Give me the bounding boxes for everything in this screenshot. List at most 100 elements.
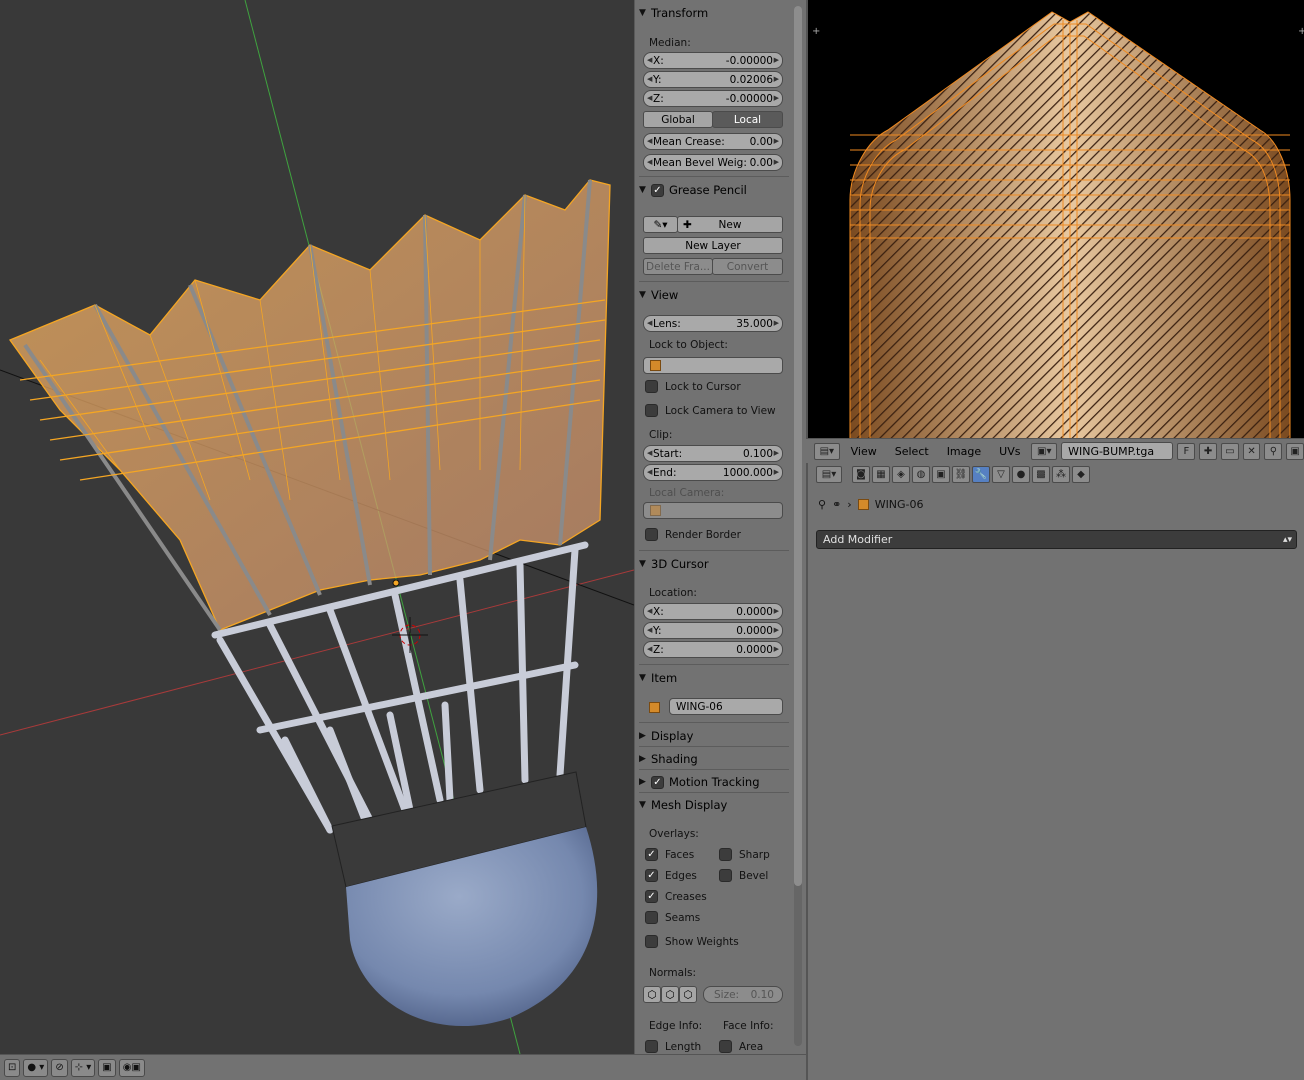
editor-type-icon[interactable]: ▤▾ [814, 442, 840, 460]
image-name-field[interactable]: WING-BUMP.tga [1061, 442, 1174, 460]
lock-object-field[interactable] [643, 357, 783, 374]
pivot-icon[interactable]: ⊡ [4, 1058, 21, 1077]
creases-checkbox[interactable]: ✓ Creases [645, 890, 707, 903]
bevel-label: Mean Bevel Weig: [653, 156, 747, 169]
motion-tracking-panel-header[interactable]: ▶ ✓ Motion Tracking [639, 772, 789, 792]
normal-size-field[interactable]: Size: 0.10 [703, 986, 783, 1003]
cursor-z-field[interactable]: ◀ Z: 0.0000 ▶ [643, 641, 783, 658]
transform-panel-header[interactable]: ▼ Transform [639, 3, 789, 23]
edges-box[interactable]: ✓ [645, 869, 658, 882]
show-weights-checkbox[interactable]: Show Weights [645, 935, 739, 948]
creases-box[interactable]: ✓ [645, 890, 658, 903]
layers-icon[interactable]: ▣ [98, 1058, 116, 1077]
lock-cursor-checkbox[interactable]: Lock to Cursor [645, 380, 741, 393]
local-camera-field[interactable] [643, 502, 783, 519]
split-normals-icon[interactable]: ⬡ [661, 986, 679, 1003]
show-weights-box[interactable] [645, 935, 658, 948]
image-browse-icon[interactable]: ▣▾ [1031, 442, 1058, 460]
material-tab-icon[interactable]: ● [1012, 466, 1030, 483]
faces-box[interactable]: ✓ [645, 848, 658, 861]
sharp-checkbox[interactable]: Sharp [719, 848, 770, 861]
transform-orientation-icon[interactable]: ⊹ ▾ [70, 1058, 96, 1077]
new-layer-button[interactable]: New Layer [643, 237, 783, 254]
properties-editor-type-icon[interactable]: ▤▾ [816, 466, 842, 483]
lock-camera-box[interactable] [645, 404, 658, 417]
cursor-x-field[interactable]: ◀ X: 0.0000 ▶ [643, 603, 783, 620]
uv-image-menu[interactable]: Image [940, 445, 988, 458]
area-box[interactable] [719, 1040, 732, 1053]
sidebar-scrollbar[interactable] [794, 6, 802, 1046]
bevel-box[interactable] [719, 869, 732, 882]
median-y-field[interactable]: ◀ Y: 0.02006 ▶ [643, 71, 783, 88]
length-box[interactable] [645, 1040, 658, 1053]
open-image-icon[interactable]: ▭ [1220, 442, 1239, 460]
scene-tab-icon[interactable]: ◈ [892, 466, 910, 483]
item-name-field[interactable]: WING-06 [669, 698, 783, 715]
render-layers-tab-icon[interactable]: ▦ [872, 466, 890, 483]
display-panel-header[interactable]: ▶ Display [639, 726, 789, 746]
render-icon[interactable]: ◉▣ [118, 1058, 145, 1077]
mean-crease-field[interactable]: ◀ Mean Crease: 0.00 ▶ [643, 133, 783, 150]
fake-user-button[interactable]: F [1177, 442, 1196, 460]
cursor-panel-header[interactable]: ▼ 3D Cursor [639, 554, 789, 574]
uv-view-menu[interactable]: View [844, 445, 884, 458]
clip-start-field[interactable]: ◀ Start: 0.100 ▶ [643, 445, 783, 462]
shading-panel-header[interactable]: ▶ Shading [639, 749, 789, 769]
svg-text:+: + [812, 26, 820, 37]
sharp-box[interactable] [719, 848, 732, 861]
add-modifier-dropdown[interactable]: Add Modifier ▴▾ [816, 530, 1297, 549]
vertex-normals-icon[interactable]: ⬡ [643, 986, 661, 1003]
uv-image-editor[interactable]: + + [806, 0, 1304, 438]
texture-tab-icon[interactable]: ▩ [1032, 466, 1050, 483]
length-checkbox[interactable]: Length [645, 1040, 701, 1053]
delete-frame-button[interactable]: Delete Fra... [643, 258, 713, 275]
pin-context-icon[interactable]: ⚲ [818, 498, 826, 511]
grease-pencil-checkbox[interactable]: ✓ [651, 183, 664, 197]
bevel-checkbox[interactable]: Bevel [719, 869, 768, 882]
faces-checkbox[interactable]: ✓ Faces [645, 848, 694, 861]
shading-dropdown[interactable]: ● ▾ [23, 1058, 49, 1077]
render-border-box[interactable] [645, 528, 658, 541]
close-image-icon[interactable]: ✕ [1242, 442, 1261, 460]
constraints-tab-icon[interactable]: ⛓ [952, 466, 970, 483]
seams-box[interactable] [645, 911, 658, 924]
manipulator-icon[interactable]: ⊘ [51, 1058, 68, 1077]
convert-button[interactable]: Convert [712, 258, 783, 275]
pencil-icon[interactable]: ✎▾ [643, 216, 678, 233]
lock-cursor-box[interactable] [645, 380, 658, 393]
object-tab-icon[interactable]: ▣ [932, 466, 950, 483]
lens-field[interactable]: ◀ Lens: 35.000 ▶ [643, 315, 783, 332]
uv-select-menu[interactable]: Select [888, 445, 936, 458]
data-tab-icon[interactable]: ▽ [992, 466, 1010, 483]
face-normals-icon[interactable]: ⬡ [679, 986, 697, 1003]
edges-checkbox[interactable]: ✓ Edges [645, 869, 697, 882]
seams-checkbox[interactable]: Seams [645, 911, 700, 924]
lock-camera-checkbox[interactable]: Lock Camera to View [645, 404, 776, 417]
median-x-field[interactable]: ◀ X: -0.00000 ▶ [643, 52, 783, 69]
3d-viewport[interactable] [0, 0, 634, 1054]
clip-end-field[interactable]: ◀ End: 1000.000 ▶ [643, 464, 783, 481]
physics-tab-icon[interactable]: ◆ [1072, 466, 1090, 483]
particles-tab-icon[interactable]: ⁂ [1052, 466, 1070, 483]
uv-uvs-menu[interactable]: UVs [992, 445, 1027, 458]
local-button[interactable]: Local [712, 111, 783, 128]
item-panel-header[interactable]: ▼ Item [639, 668, 789, 688]
world-tab-icon[interactable]: ◍ [912, 466, 930, 483]
render-tab-icon[interactable]: ◙ [852, 466, 870, 483]
motion-tracking-checkbox[interactable]: ✓ [651, 775, 664, 789]
global-button[interactable]: Global [643, 111, 713, 128]
median-z-field[interactable]: ◀ Z: -0.00000 ▶ [643, 90, 783, 107]
area-checkbox[interactable]: Area [719, 1040, 763, 1053]
new-grease-button[interactable]: ✚ New [677, 216, 783, 233]
view-panel-header[interactable]: ▼ View [639, 285, 789, 305]
mesh-display-panel-header[interactable]: ▼ Mesh Display [639, 795, 789, 815]
pin-icon[interactable]: ⚲ [1264, 442, 1283, 460]
render-border-checkbox[interactable]: Render Border [645, 528, 741, 541]
mean-bevel-field[interactable]: ◀ Mean Bevel Weig: 0.00 ▶ [643, 154, 783, 171]
modifiers-tab-icon[interactable]: 🔧 [972, 466, 990, 483]
grease-pencil-panel-header[interactable]: ▼ ✓ Grease Pencil [639, 180, 789, 200]
image-extra-icon[interactable]: ▣ [1286, 442, 1304, 460]
scene-link-icon: ⚭ [832, 498, 842, 511]
new-image-icon[interactable]: ✚ [1199, 442, 1217, 460]
cursor-y-field[interactable]: ◀ Y: 0.0000 ▶ [643, 622, 783, 639]
